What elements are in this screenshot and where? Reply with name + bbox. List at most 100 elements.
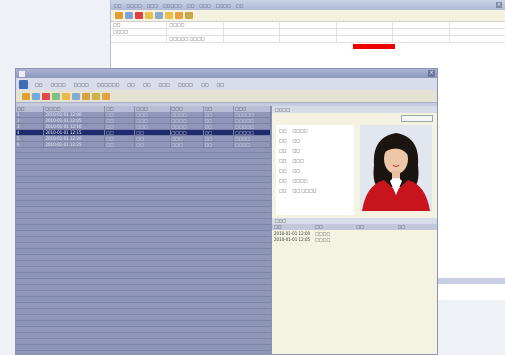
- print-icon[interactable]: [155, 12, 163, 19]
- export-icon[interactable]: [82, 92, 90, 100]
- bg-menu-item[interactable]: □□□: [147, 3, 158, 8]
- table-row[interactable]: 6 2010-01-01 12:25 □□ □□ □□□ □□ □□□□: [16, 142, 272, 148]
- cell: 2: [16, 118, 45, 123]
- cell: 2010-01-01 12:05: [44, 118, 106, 123]
- bg-menu-item[interactable]: □□□□□: [163, 3, 182, 8]
- background-menu-bar: □□ □□□□ □□□ □□□□□ □□ □□□ □□□□ □□: [111, 0, 505, 10]
- info-value: □□: [292, 137, 301, 143]
- bg-menu-item[interactable]: □□: [114, 3, 122, 8]
- column-header[interactable]: □□: [313, 224, 354, 230]
- info-value: □□□□: [292, 177, 308, 183]
- grid-cell: [337, 22, 394, 28]
- column-header[interactable]: □□: [272, 224, 313, 230]
- cell: □□□□: [171, 112, 204, 117]
- cell: □□□□□: [234, 124, 272, 129]
- cell: □□□: [135, 118, 171, 123]
- bg-menu-item[interactable]: □□□□: [216, 3, 231, 8]
- grid-cell: [393, 22, 450, 28]
- cell: □□□□□: [234, 130, 272, 135]
- table-row[interactable]: □□ □□□□: [111, 22, 505, 29]
- menu-item[interactable]: □□□□: [177, 82, 194, 87]
- grid-cell: [224, 29, 281, 35]
- delete-icon[interactable]: [42, 92, 50, 100]
- search-icon[interactable]: [62, 92, 70, 100]
- app-icon[interactable]: [19, 79, 28, 89]
- folder-icon[interactable]: [115, 12, 123, 19]
- cell: □□□□□: [234, 118, 272, 123]
- list-item[interactable]: 2010-01-01 12:00 □□□□: [272, 231, 437, 236]
- panel-action-button[interactable]: [401, 115, 433, 122]
- cell: □□□□: [234, 136, 272, 141]
- cell: 3: [16, 124, 45, 129]
- person-photo: [360, 125, 432, 211]
- info-key: □□: [279, 147, 287, 153]
- menu-item[interactable]: □□□: [158, 82, 171, 87]
- background-toolbar: [111, 10, 505, 22]
- info-key: □□: [279, 127, 287, 133]
- info-value: □□ □□□□: [292, 187, 317, 193]
- bg-menu-item[interactable]: □□: [236, 3, 244, 8]
- bg-menu-item[interactable]: □□: [187, 3, 195, 8]
- menu-item[interactable]: □□□□: [73, 82, 90, 87]
- cell: □□□□: [315, 231, 331, 236]
- cell: □□□: [171, 142, 204, 147]
- menu-item[interactable]: □□: [127, 82, 137, 87]
- search-icon[interactable]: [145, 12, 153, 19]
- info-key: □□: [279, 157, 287, 163]
- menu-item[interactable]: □□: [216, 82, 226, 87]
- help-icon[interactable]: [185, 12, 193, 19]
- export-icon[interactable]: [175, 12, 183, 19]
- grid-cell: □□: [111, 22, 168, 28]
- cell: □□□: [171, 136, 204, 141]
- bg-menu-item[interactable]: □□□□: [127, 3, 142, 8]
- menu-item[interactable]: □□: [200, 82, 210, 87]
- delete-icon[interactable]: [135, 12, 143, 19]
- info-line: □□ □□□□: [276, 125, 354, 135]
- info-value: □□□: [292, 157, 304, 163]
- grid-cell: □□□□: [167, 22, 224, 28]
- cell: [396, 231, 437, 236]
- menu-item[interactable]: □□□□□□: [96, 82, 121, 87]
- cell: □□: [105, 112, 136, 117]
- settings-icon[interactable]: [92, 92, 100, 100]
- menu-item[interactable]: □□□□: [50, 82, 67, 87]
- cell: □□: [105, 142, 136, 147]
- column-header[interactable]: □□: [396, 224, 437, 230]
- grid-cell: [450, 22, 505, 28]
- cell: 5: [16, 136, 45, 141]
- cell: □□: [204, 118, 235, 123]
- save-icon[interactable]: [32, 92, 40, 100]
- info-key: □□: [279, 137, 287, 143]
- close-icon[interactable]: ×: [496, 2, 502, 8]
- save-icon[interactable]: [125, 12, 133, 19]
- bg-menu-item[interactable]: □□□: [200, 3, 211, 8]
- grid-cell: [167, 29, 224, 35]
- menu-item[interactable]: □□: [34, 82, 44, 87]
- table-row[interactable]: □□□□□ □□□□: [111, 36, 505, 43]
- cell: 2010-01-01 12:25: [44, 142, 106, 147]
- background-grid: □□ □□□□ □□□□ □□□□□ □□□□: [111, 22, 505, 48]
- cell: □□: [105, 124, 136, 129]
- main-menu-bar: □□ □□□□ □□□□ □□□□□□ □□ □□ □□□ □□□□ □□ □□: [16, 78, 437, 90]
- refresh-icon[interactable]: [52, 92, 60, 100]
- info-line: □□ □□□□: [276, 175, 354, 185]
- menu-item[interactable]: □□: [142, 82, 152, 87]
- table-empty-rows: [16, 147, 271, 354]
- list-item[interactable]: 2010-01-01 12:05 □□□□: [272, 237, 437, 242]
- info-line: □□ □□ □□□□: [276, 185, 354, 195]
- open-icon[interactable]: [22, 92, 30, 100]
- info-key: □□: [279, 187, 287, 193]
- grid-cell: [450, 36, 505, 42]
- table-row[interactable]: □□□□: [111, 29, 505, 36]
- print-icon[interactable]: [72, 92, 80, 100]
- grid-cell: [224, 22, 281, 28]
- help-icon[interactable]: [102, 92, 110, 100]
- column-header[interactable]: □□: [355, 224, 396, 230]
- close-icon[interactable]: ×: [428, 70, 435, 77]
- history-header: □□ □□ □□ □□: [272, 224, 437, 230]
- info-line: □□ □□: [276, 135, 354, 145]
- info-value: □□: [292, 147, 301, 153]
- settings-icon[interactable]: [165, 12, 173, 19]
- grid-cell: [111, 36, 168, 42]
- info-line: □□ □□: [276, 165, 354, 175]
